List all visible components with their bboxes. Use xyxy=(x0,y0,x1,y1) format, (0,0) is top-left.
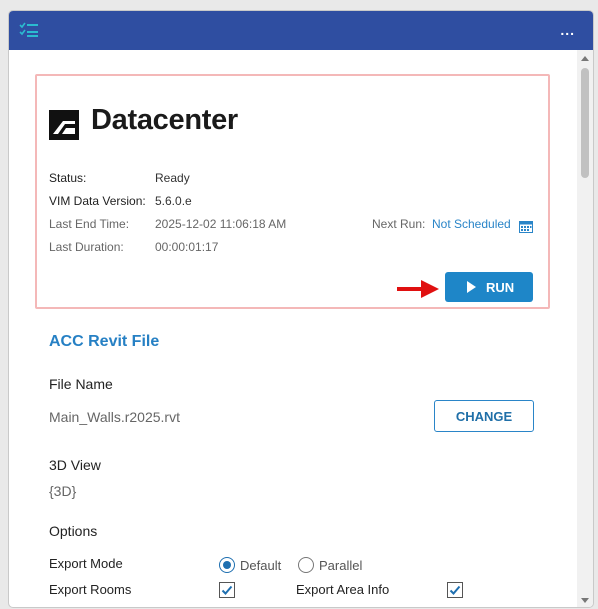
next-run-label: Next Run: xyxy=(372,217,426,231)
play-icon xyxy=(467,281,476,293)
status-value: Ready xyxy=(155,171,190,185)
calendar-icon[interactable] xyxy=(519,220,533,233)
export-area-checkbox[interactable] xyxy=(447,582,463,598)
autodesk-logo-icon xyxy=(49,110,79,140)
last-duration-value: 00:00:01:17 xyxy=(155,240,219,254)
3d-view-value: {3D} xyxy=(49,483,77,499)
vertical-scrollbar[interactable] xyxy=(577,50,593,607)
run-button-label: RUN xyxy=(486,280,515,295)
next-run-link[interactable]: Not Scheduled xyxy=(432,217,511,231)
status-label: Status: xyxy=(49,171,87,185)
mode-default-label: Default xyxy=(240,558,282,573)
titlebar: ... xyxy=(9,11,593,50)
more-options-button[interactable]: ... xyxy=(560,23,575,37)
export-rooms-label: Export Rooms xyxy=(49,582,132,597)
run-button[interactable]: RUN xyxy=(445,272,533,302)
change-button[interactable]: CHANGE xyxy=(434,400,534,432)
last-duration-label: Last Duration: xyxy=(49,240,124,254)
vim-version-label: VIM Data Version: xyxy=(49,194,146,208)
scrollbar-thumb[interactable] xyxy=(581,68,589,178)
scroll-down-icon[interactable] xyxy=(581,598,589,603)
change-button-label: CHANGE xyxy=(455,409,513,424)
export-rooms-checkbox[interactable] xyxy=(219,582,235,598)
check-icon xyxy=(221,585,233,595)
list-check-icon[interactable] xyxy=(19,22,39,38)
app-title: Datacenter xyxy=(91,104,238,136)
file-name-value: Main_Walls.r2025.rvt xyxy=(49,409,180,425)
3d-view-heading: 3D View xyxy=(49,457,101,473)
scroll-up-icon[interactable] xyxy=(581,56,589,61)
acc-section-title: ACC Revit File xyxy=(49,333,160,350)
last-end-time-label: Last End Time: xyxy=(49,217,130,231)
red-arrow-icon xyxy=(397,280,439,298)
file-name-heading: File Name xyxy=(49,376,113,392)
mode-default-radio[interactable] xyxy=(219,557,235,573)
datacenter-card: Datacenter Status: Ready VIM Data Versio… xyxy=(35,74,550,309)
vim-version-value: 5.6.0.e xyxy=(155,194,192,208)
export-area-label: Export Area Info xyxy=(296,582,390,597)
last-end-time-value: 2025-12-02 11:06:18 AM xyxy=(155,217,287,231)
datacenter-window: ... Datacenter Status: Ready VIM Data Ve… xyxy=(8,10,594,608)
export-mode-label: Export Mode xyxy=(49,556,123,571)
mode-parallel-label: Parallel xyxy=(319,558,363,573)
options-heading: Options xyxy=(49,523,98,539)
mode-parallel-radio[interactable] xyxy=(298,557,314,573)
check-icon xyxy=(449,585,461,595)
